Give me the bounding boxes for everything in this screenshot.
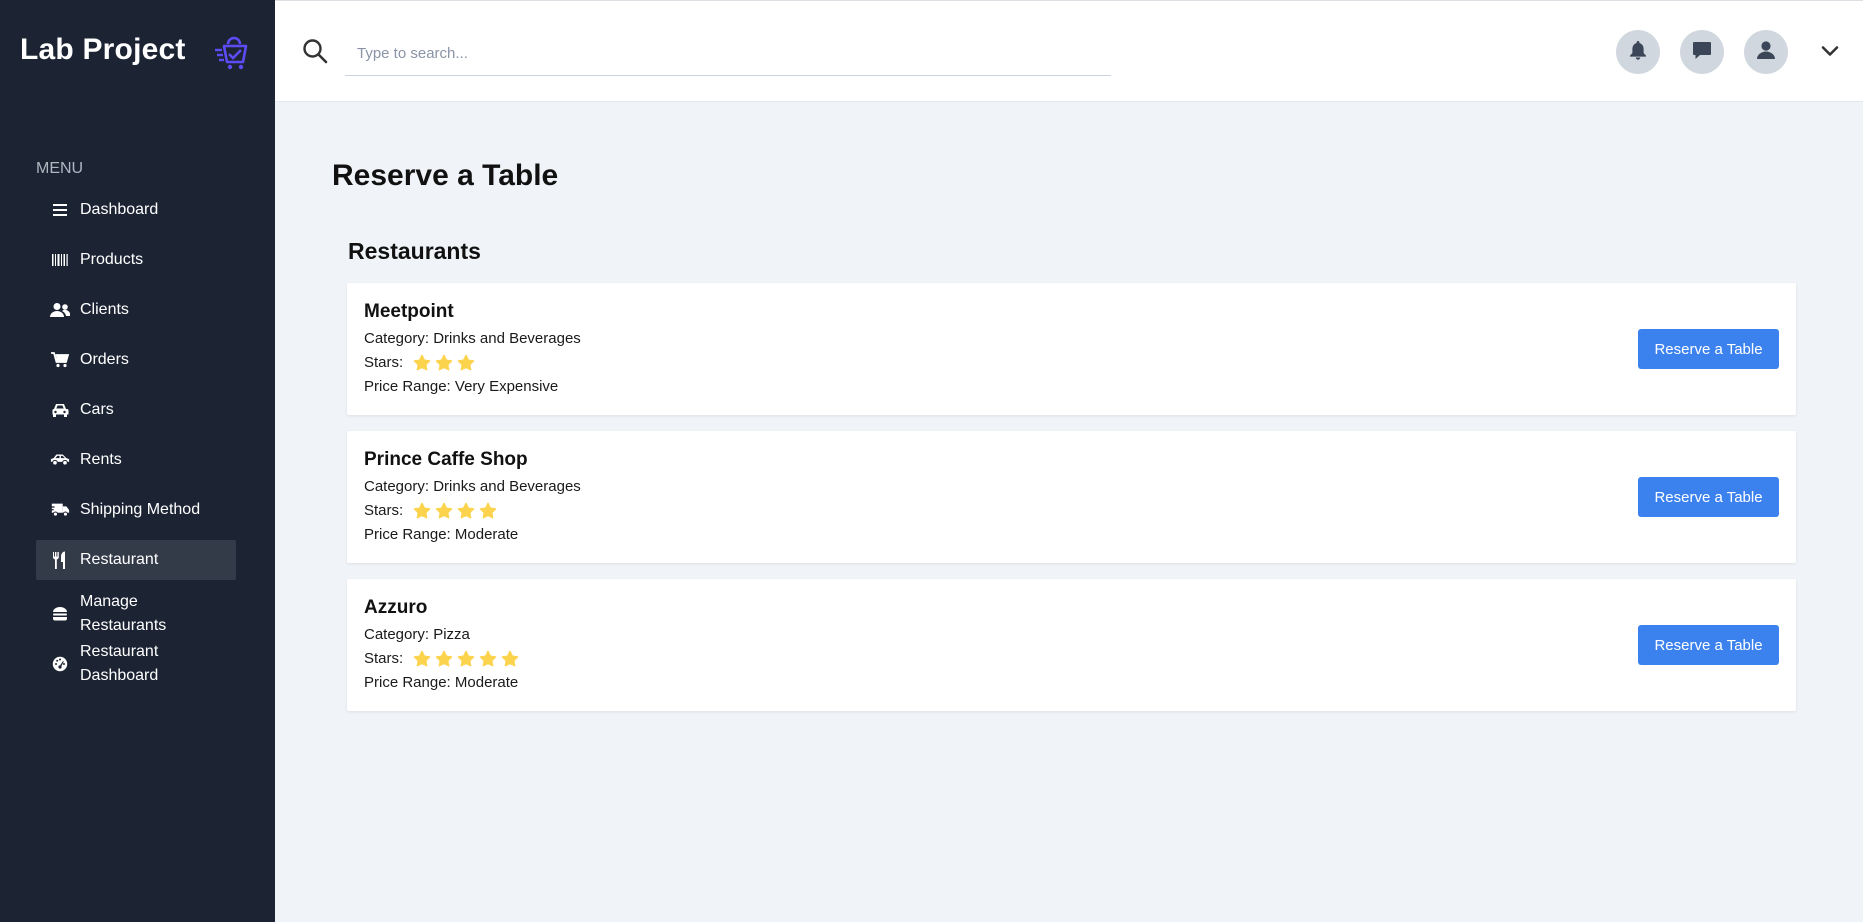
stars-label: Stars: [364,502,404,519]
sidebar-item-label: Orders [80,351,129,368]
search-icon[interactable] [302,38,328,64]
reserve-table-button[interactable]: Reserve a Table [1638,477,1779,517]
page-title: Reserve a Table [332,159,559,192]
restaurant-stars: Stars: [364,502,501,520]
sidebar-item-label: Dashboard [80,201,159,218]
restaurant-category: Category: Drinks and Beverages [364,478,581,495]
category-value: Drinks and Beverages [433,330,581,347]
category-label: Category: [364,330,430,347]
sidebar-item-label: Clients [80,301,129,318]
car-icon [50,400,70,420]
price-label: Price Range: [364,526,451,543]
section-title: Restaurants [348,238,481,264]
barcode-icon [50,250,70,270]
notifications-button[interactable] [1616,30,1660,74]
reserve-table-button[interactable]: Reserve a Table [1638,329,1779,369]
price-label: Price Range: [364,674,451,691]
sidebar-item-label: Products [80,251,144,268]
sidebar: Lab Project MENU Dashboard Products Clie… [0,0,275,922]
bell-icon [1629,40,1647,65]
shopping-basket-check-icon [212,30,256,74]
sidebar-item-label: Rents [80,451,122,468]
restaurant-name: Meetpoint [364,301,454,322]
app-title: Lab Project [20,33,186,66]
user-icon [1756,40,1776,65]
search-input[interactable] [345,31,1111,76]
gauge-icon [50,654,70,674]
sidebar-item-label: Manage Restaurants [80,593,167,634]
sidebar-item-label: Cars [80,401,114,418]
sidebar-item-label: Shipping Method [80,501,201,518]
utensils-icon [50,550,70,570]
star-icon [413,354,431,372]
sidebar-item-dashboard[interactable]: Dashboard [36,190,236,230]
star-icon [479,650,497,668]
main-content: Reserve a Table Restaurants Meetpoint Ca… [275,103,1863,922]
price-label: Price Range: [364,378,451,395]
restaurant-category: Category: Drinks and Beverages [364,330,581,347]
cart-icon [50,350,70,370]
price-value: Very Expensive [454,378,559,395]
sidebar-item-orders[interactable]: Orders [36,340,236,380]
stars-label: Stars: [364,650,404,667]
star-rating [413,354,479,372]
star-icon [457,354,475,372]
restaurant-category: Category: Pizza [364,626,470,643]
menu-lines-icon [50,200,70,220]
sidebar-item-products[interactable]: Products [36,240,236,280]
users-icon [50,300,70,320]
category-label: Category: [364,478,430,495]
restaurant-card: Azzuro Category: Pizza Stars: Price Rang… [347,579,1796,711]
sidebar-item-label: Restaurant [80,551,159,568]
user-avatar-button[interactable] [1744,30,1788,74]
restaurant-name: Azzuro [364,597,428,618]
sidebar-nav: Dashboard Products Clients Orders Cars R… [36,190,236,690]
sidebar-item-rents[interactable]: Rents [36,440,236,480]
restaurant-stars: Stars: [364,354,479,372]
star-rating [413,650,523,668]
sidebar-item-restaurant-dashboard[interactable]: Restaurant Dashboard [36,640,236,688]
car-side-icon [50,450,70,470]
sidebar-item-manage-restaurants[interactable]: Manage Restaurants [36,590,236,638]
sidebar-item-shipping-method[interactable]: Shipping Method [36,490,236,530]
star-icon [435,502,453,520]
star-icon [435,650,453,668]
burger-icon [50,604,70,624]
stars-label: Stars: [364,354,404,371]
brand[interactable]: Lab Project [20,30,260,70]
restaurant-card: Prince Caffe Shop Category: Drinks and B… [347,431,1796,563]
star-icon [413,650,431,668]
category-label: Category: [364,626,430,643]
truck-icon [50,500,70,520]
sidebar-item-clients[interactable]: Clients [36,290,236,330]
star-icon [479,502,497,520]
reserve-table-button[interactable]: Reserve a Table [1638,625,1779,665]
price-value: Moderate [454,526,519,543]
sidebar-item-restaurant[interactable]: Restaurant [36,540,236,580]
menu-heading: MENU [36,160,84,177]
topbar [275,0,1863,102]
chat-icon [1692,40,1712,65]
star-icon [413,502,431,520]
restaurant-price-range: Price Range: Very Expensive [364,378,558,395]
star-icon [501,650,519,668]
price-value: Moderate [454,674,519,691]
restaurant-stars: Stars: [364,650,523,668]
restaurant-name: Prince Caffe Shop [364,449,528,470]
chevron-down-icon[interactable] [1820,41,1840,61]
sidebar-item-cars[interactable]: Cars [36,390,236,430]
category-value: Drinks and Beverages [433,478,581,495]
restaurant-price-range: Price Range: Moderate [364,526,518,543]
star-icon [457,650,475,668]
star-rating [413,502,501,520]
restaurant-price-range: Price Range: Moderate [364,674,518,691]
messages-button[interactable] [1680,30,1724,74]
star-icon [457,502,475,520]
category-value: Pizza [433,626,470,643]
star-icon [435,354,453,372]
restaurant-card: Meetpoint Category: Drinks and Beverages… [347,283,1796,415]
sidebar-item-label: Restaurant Dashboard [80,643,159,684]
